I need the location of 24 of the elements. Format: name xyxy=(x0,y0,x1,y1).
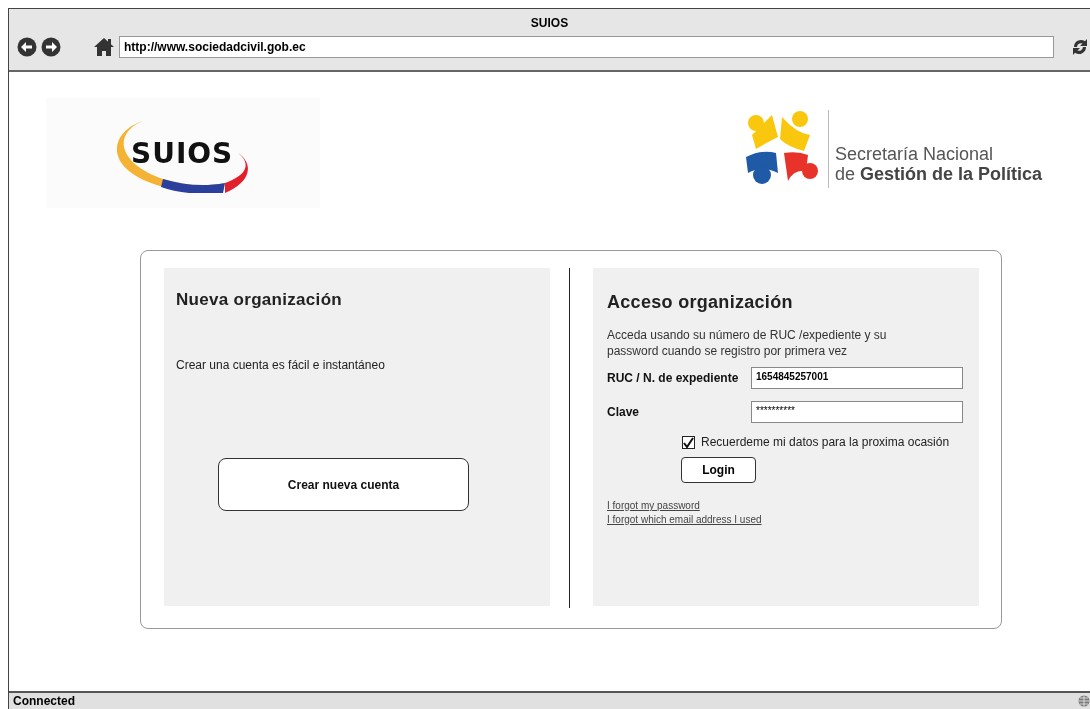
forward-icon[interactable] xyxy=(41,37,61,57)
partner-name: de Gestión de la Política xyxy=(834,164,1042,184)
field-label: RUC / N. de expediente xyxy=(607,371,740,385)
section-title: Nueva organización xyxy=(176,290,343,310)
link[interactable]: I forgot my password xyxy=(607,499,700,513)
back-icon[interactable] xyxy=(17,37,37,57)
status-text: Connected xyxy=(13,694,75,708)
link[interactable]: I forgot which email address I used xyxy=(607,513,762,527)
input-field[interactable]: ********** xyxy=(751,401,963,423)
section-title: Acceso organización xyxy=(607,292,794,313)
input-field[interactable]: 1654845257001 xyxy=(751,367,963,389)
partner-name: Secretaría Nacional xyxy=(834,144,994,164)
description: Crear una cuenta es fácil e instantáneo xyxy=(176,358,386,372)
checkmark-icon xyxy=(683,436,694,448)
address-field[interactable]: http://www.sociedadcivil.gob.ec xyxy=(119,36,1054,58)
window-title: SUIOS xyxy=(529,15,570,31)
create-account-button[interactable]: Crear nueva cuenta xyxy=(218,458,469,511)
field-label: Clave xyxy=(607,405,641,419)
description: Acceda usando su número de RUC /expediente y su password cuando se registro por primera vez xyxy=(607,327,888,359)
logo: SUIOS xyxy=(103,113,263,193)
home-icon[interactable] xyxy=(93,37,115,57)
checkbox-label: Recuerdeme mi datos para la proxima ocasión xyxy=(701,435,950,449)
checkbox[interactable] xyxy=(682,435,695,449)
login-button[interactable]: Login xyxy=(681,457,756,483)
